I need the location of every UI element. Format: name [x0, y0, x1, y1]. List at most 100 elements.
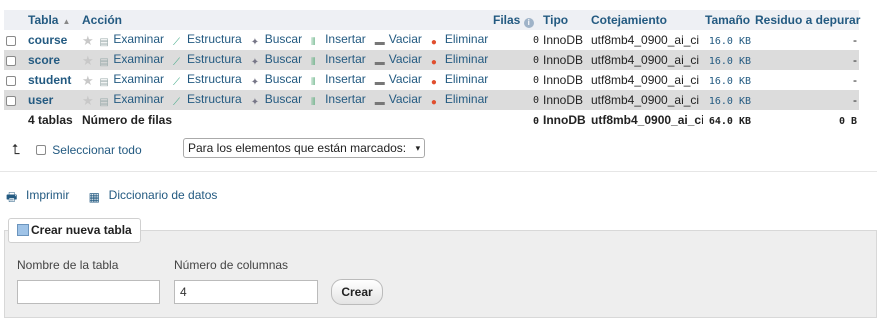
table-name-link[interactable]: score [28, 53, 60, 67]
insert-link[interactable]: ⫴ Insertar [311, 32, 366, 48]
col-header-rows[interactable]: Filas i [491, 10, 541, 30]
search-icon: ✦ [250, 76, 260, 88]
row-select-cell [4, 30, 26, 50]
size-cell[interactable]: 16.0 KB [703, 30, 753, 50]
data-dictionary-link[interactable]: ▦ Diccionario de datos [89, 188, 226, 204]
table-name-cell: score [26, 50, 80, 70]
summary-label: Número de filas [80, 110, 491, 130]
insert-link[interactable]: ⫴ Insertar [311, 52, 366, 68]
summary-collation: utf8mb4_0900_ai_ci [589, 110, 703, 130]
drop-link[interactable]: ● Eliminar [430, 52, 488, 68]
collation-cell: utf8mb4_0900_ai_ci [589, 70, 703, 90]
structure-icon: ⟋ [173, 76, 181, 88]
print-link[interactable]: 🖶 Imprimir [6, 188, 77, 204]
with-selected-select[interactable]: Para los elementos que están marcados: ▾ [183, 138, 426, 158]
browse-link[interactable]: ▤ Examinar [99, 72, 164, 88]
empty-icon: ▬ [374, 76, 385, 88]
tables-list: Tabla ▲ Acción Filas i Tipo Cotejamiento … [4, 10, 860, 130]
chevron-down-icon: ▾ [415, 143, 421, 153]
col-header-type[interactable]: Tipo [541, 10, 589, 30]
empty-link[interactable]: ▬ Vaciar [374, 52, 422, 68]
empty-link[interactable]: ▬ Vaciar [374, 72, 422, 88]
insert-icon: ⫴ [311, 76, 316, 88]
row-checkbox[interactable] [6, 75, 16, 86]
check-all-label[interactable]: Seleccionar todo [52, 143, 141, 157]
columns-count-input[interactable]: 4 [174, 280, 318, 304]
browse-link[interactable]: ▤ Examinar [99, 92, 164, 108]
structure-link[interactable]: ⟋ Estructura [173, 32, 242, 48]
collation-cell: utf8mb4_0900_ai_ci [589, 90, 703, 110]
table-name-link[interactable]: user [28, 93, 53, 107]
empty-link[interactable]: ▬ Vaciar [374, 92, 422, 108]
table-name-input[interactable] [17, 280, 160, 304]
col-header-action: Acción [80, 10, 491, 30]
drop-icon: ● [430, 96, 437, 108]
summary-size: 64.0 KB [703, 110, 753, 130]
row-select-cell [4, 50, 26, 70]
drop-icon: ● [430, 36, 437, 48]
favorite-star-icon[interactable]: ★ [82, 74, 94, 87]
drop-link[interactable]: ● Eliminar [431, 72, 488, 88]
size-cell[interactable]: 16.0 KB [703, 70, 753, 90]
check-all-checkbox[interactable] [36, 144, 47, 155]
divider [0, 171, 877, 172]
drop-icon: ● [430, 56, 437, 68]
rows-cell: 0 [491, 30, 541, 50]
col-header-size[interactable]: Tamaño [703, 10, 753, 30]
new-table-icon [17, 224, 29, 236]
summary-row: 4 tablas Número de filas 0 InnoDB utf8mb4_09… [4, 110, 859, 130]
table-name-link[interactable]: course [28, 33, 67, 47]
columns-count-label: Número de columnas [174, 258, 289, 272]
table-row: student ★ ▤ Examinar ⟋ Estructura ✦ Buscar ⫴ Ins… [4, 70, 859, 90]
drop-link[interactable]: ● Eliminar [430, 32, 488, 48]
col-header-collation[interactable]: Cotejamiento [589, 10, 703, 30]
search-link[interactable]: ✦ Buscar [250, 32, 302, 48]
info-icon[interactable]: i [523, 17, 534, 28]
favorite-star-icon[interactable]: ★ [82, 54, 94, 67]
search-icon: ✦ [250, 36, 260, 48]
size-cell[interactable]: 16.0 KB [703, 50, 753, 70]
browse-icon: ▤ [99, 36, 109, 48]
size-cell[interactable]: 16.0 KB [703, 90, 753, 110]
printer-icon: 🖶 [6, 190, 18, 204]
type-cell: InnoDB [541, 90, 589, 110]
table-name-link[interactable]: student [28, 73, 71, 87]
empty-icon: ▬ [374, 56, 385, 68]
empty-link[interactable]: ▬ Vaciar [374, 32, 422, 48]
create-table-tab: Crear nueva tabla [8, 218, 141, 243]
drop-link[interactable]: ● Eliminar [430, 92, 488, 108]
search-link[interactable]: ✦ Buscar [251, 52, 302, 68]
actions-cell: ★ ▤ Examinar ⟋ Estructura ✦ Buscar ⫴ Insertar ▬ V… [80, 90, 491, 110]
col-header-overhead[interactable]: Residuo a depurar [753, 10, 860, 30]
sort-arrow-icon: ▲ [62, 17, 71, 26]
search-link[interactable]: ✦ Buscar [251, 92, 302, 108]
table-name-cell: user [26, 90, 80, 110]
insert-icon: ⫴ [311, 36, 316, 48]
structure-link[interactable]: ⟋ Estructura [173, 72, 242, 88]
overhead-cell: - [753, 90, 859, 110]
row-checkbox[interactable] [6, 35, 16, 46]
row-checkbox[interactable] [6, 55, 16, 66]
insert-link[interactable]: ⫴ Insertar [311, 92, 366, 108]
summary-overhead: 0 B [753, 110, 859, 130]
search-link[interactable]: ✦ Buscar [250, 72, 302, 88]
favorite-star-icon[interactable]: ★ [82, 94, 94, 107]
row-checkbox[interactable] [6, 95, 16, 106]
browse-icon: ▤ [99, 96, 109, 108]
browse-link[interactable]: ▤ Examinar [99, 32, 164, 48]
insert-link[interactable]: ⫴ Insertar [311, 72, 366, 88]
structure-link[interactable]: ⟋ Estructura [173, 92, 242, 108]
table-name-cell: course [26, 30, 80, 50]
favorite-star-icon[interactable]: ★ [82, 34, 94, 47]
summary-rows: 0 [491, 110, 541, 130]
browse-link[interactable]: ▤ Examinar [99, 52, 164, 68]
actions-cell: ★ ▤ Examinar ⟋ Estructura ✦ Buscar ⫴ Insertar ▬ V… [80, 30, 491, 50]
structure-icon: ⟋ [173, 56, 181, 68]
empty-icon: ▬ [374, 96, 385, 108]
overhead-cell: - [753, 30, 859, 50]
empty-icon: ▬ [374, 36, 385, 48]
col-header-table[interactable]: Tabla ▲ [26, 10, 80, 30]
create-button[interactable]: Crear [331, 279, 383, 305]
structure-link[interactable]: ⟋ Estructura [173, 52, 242, 68]
structure-icon: ⟋ [173, 96, 181, 108]
